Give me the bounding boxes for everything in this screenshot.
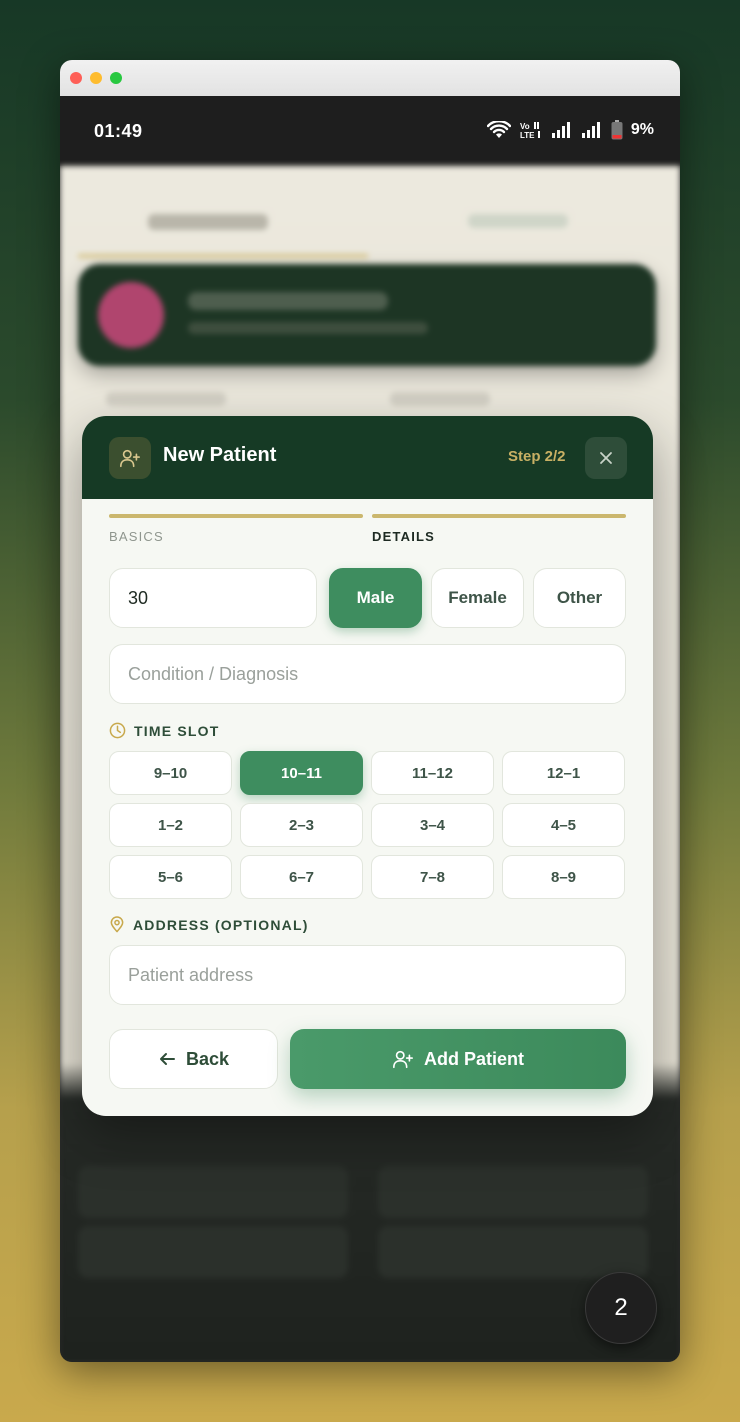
time-slot-12-1[interactable]: 12–1 xyxy=(502,751,625,795)
avatar xyxy=(98,282,164,348)
close-window-button[interactable] xyxy=(70,72,82,84)
close-icon xyxy=(600,452,612,464)
add-user-icon xyxy=(392,1050,413,1069)
location-pin-icon xyxy=(110,916,124,933)
clock-icon xyxy=(109,722,126,739)
time-slot-2-3[interactable]: 2–3 xyxy=(240,803,363,847)
address-heading: ADDRESS (OPTIONAL) xyxy=(109,916,309,933)
gender-other-button[interactable]: Other xyxy=(533,568,626,628)
signal-icon-2 xyxy=(581,122,600,138)
step-label-details[interactable]: DETAILS xyxy=(372,529,435,544)
bg-tab-active xyxy=(78,184,368,258)
signal-icon xyxy=(551,122,570,138)
add-patient-label: Add Patient xyxy=(423,1048,524,1069)
address-input[interactable]: Patient address xyxy=(109,945,626,1005)
time-slot-11-12[interactable]: 11–12 xyxy=(371,751,494,795)
svg-text:LTE: LTE xyxy=(520,131,535,139)
step-progress-basics xyxy=(109,514,363,518)
battery-icon xyxy=(611,120,623,140)
status-bar: 01:49 Vo LTE 9% xyxy=(60,96,680,166)
step-progress-details xyxy=(372,514,626,518)
modal-title: New Patient xyxy=(163,444,277,466)
add-patient-button[interactable]: Add Patient xyxy=(290,1029,626,1089)
time-slot-4-5[interactable]: 4–5 xyxy=(502,803,625,847)
time-slot-6-7[interactable]: 6–7 xyxy=(240,855,363,899)
age-input[interactable]: 30 xyxy=(109,568,317,628)
fab-counter-button[interactable]: 2 xyxy=(585,1272,657,1344)
time-slot-title: TIME SLOT xyxy=(134,722,220,739)
time-slot-7-8[interactable]: 7–8 xyxy=(371,855,494,899)
gender-female-button[interactable]: Female xyxy=(431,568,524,628)
back-button[interactable]: Back xyxy=(109,1029,278,1089)
step-indicator: Step 2/2 xyxy=(508,448,566,465)
volte-icon: Vo LTE xyxy=(520,122,540,139)
bg-action-grid xyxy=(78,1166,658,1316)
back-label: Back xyxy=(185,1048,230,1069)
time-slot-heading: TIME SLOT xyxy=(109,722,219,739)
condition-input[interactable]: Condition / Diagnosis xyxy=(109,644,626,704)
add-user-icon xyxy=(109,437,151,479)
arrow-left-icon xyxy=(159,1053,175,1065)
address-title: ADDRESS (OPTIONAL) xyxy=(133,916,309,933)
time-slot-8-9[interactable]: 8–9 xyxy=(502,855,625,899)
time-slot-9-10[interactable]: 9–10 xyxy=(109,751,232,795)
bg-tabbar xyxy=(78,184,638,258)
minimize-window-button[interactable] xyxy=(90,72,102,84)
status-time: 01:49 xyxy=(94,121,143,141)
bg-patient-card xyxy=(78,264,656,366)
new-patient-modal: New Patient Step 2/2 BASICS DETAILS 30 M… xyxy=(82,416,653,1116)
wifi-icon xyxy=(486,121,511,138)
time-slot-10-11[interactable]: 10–11 xyxy=(240,751,363,795)
fab-label: 2 xyxy=(614,1294,628,1321)
window-titlebar xyxy=(60,60,680,96)
battery-percentage: 9% xyxy=(630,121,654,138)
gender-male-button[interactable]: Male xyxy=(329,568,422,628)
svg-text:Vo: Vo xyxy=(520,122,530,131)
step-label-basics[interactable]: BASICS xyxy=(109,529,164,544)
status-icons: Vo LTE 9% xyxy=(486,120,654,140)
time-slot-3-4[interactable]: 3–4 xyxy=(371,803,494,847)
time-slot-1-2[interactable]: 1–2 xyxy=(109,803,232,847)
close-button[interactable] xyxy=(585,437,627,479)
time-slot-5-6[interactable]: 5–6 xyxy=(109,855,232,899)
modal-header: New Patient Step 2/2 xyxy=(82,416,653,499)
maximize-window-button[interactable] xyxy=(110,72,122,84)
